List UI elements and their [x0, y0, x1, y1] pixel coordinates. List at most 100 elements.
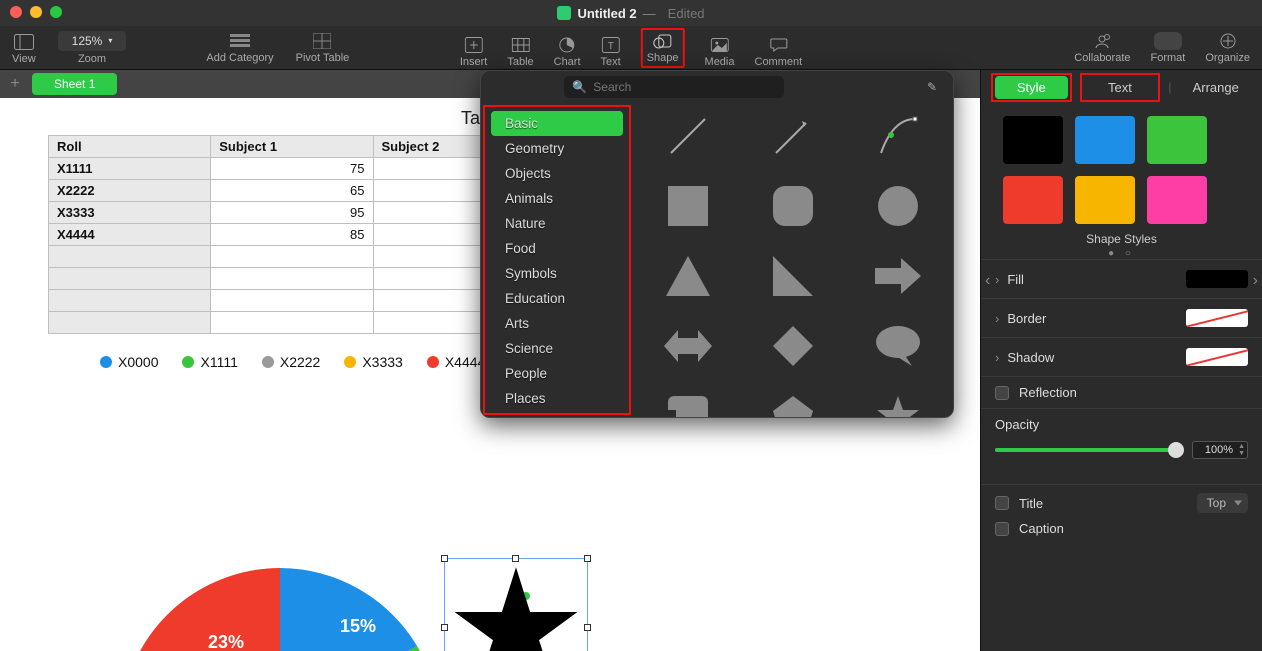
category-icon: [230, 32, 250, 50]
pivot-table-button[interactable]: Pivot Table: [296, 32, 350, 64]
shape-diamond[interactable]: [748, 319, 837, 373]
add-category-button[interactable]: Add Category: [206, 32, 273, 64]
format-button[interactable]: Format: [1151, 32, 1186, 64]
shape-category[interactable]: Objects: [485, 161, 629, 186]
table-icon: [510, 36, 530, 54]
style-swatch[interactable]: [1075, 176, 1135, 224]
shape-category[interactable]: Symbols: [485, 261, 629, 286]
sheet-tab-active[interactable]: Sheet 1: [32, 73, 117, 95]
inspector-tab-style[interactable]: Style: [995, 76, 1068, 99]
shape-arrow-line[interactable]: [748, 109, 837, 163]
shape-category[interactable]: Places: [485, 386, 629, 411]
shape-line[interactable]: [643, 109, 732, 163]
zoom-label: Zoom: [78, 53, 106, 65]
opacity-slider[interactable]: [995, 448, 1176, 452]
fill-color-swatch[interactable]: [1186, 270, 1248, 288]
shape-style-swatches: [981, 104, 1262, 230]
shape-square[interactable]: [643, 179, 732, 233]
col-header[interactable]: Roll: [49, 136, 211, 158]
border-swatch[interactable]: [1186, 309, 1248, 327]
fullscreen-window-button[interactable]: [50, 6, 62, 18]
resize-handle[interactable]: [441, 555, 448, 562]
shape-triangle[interactable]: [643, 249, 732, 303]
legend-item[interactable]: X0000: [100, 354, 158, 370]
caption-label: Caption: [1019, 521, 1064, 536]
col-header[interactable]: Subject 1: [211, 136, 373, 158]
legend-color-icon: [427, 356, 439, 368]
reflection-checkbox[interactable]: [995, 386, 1009, 400]
text-button[interactable]: T Text: [601, 36, 621, 68]
shape-button[interactable]: Shape: [641, 28, 685, 68]
style-swatch[interactable]: [1003, 176, 1063, 224]
view-button[interactable]: View: [12, 33, 36, 65]
shape-category[interactable]: Nature: [485, 211, 629, 236]
opacity-thumb[interactable]: [1168, 442, 1184, 458]
inspector-tab-arrange[interactable]: Arrange: [1179, 76, 1252, 99]
resize-handle[interactable]: [441, 624, 448, 631]
close-window-button[interactable]: [10, 6, 22, 18]
add-sheet-button[interactable]: +: [6, 75, 24, 93]
shape-category-basic[interactable]: Basic: [491, 111, 623, 136]
shape-category[interactable]: People: [485, 361, 629, 386]
legend-item[interactable]: X4444: [427, 354, 485, 370]
collaborate-button[interactable]: Collaborate: [1074, 32, 1130, 64]
shape-category[interactable]: Activities: [485, 411, 629, 418]
shadow-swatch[interactable]: [1186, 348, 1248, 366]
shape-rounded-alt[interactable]: [643, 389, 732, 418]
shape-category[interactable]: Food: [485, 236, 629, 261]
shape-category[interactable]: Education: [485, 286, 629, 311]
resize-handle[interactable]: [584, 555, 591, 562]
add-category-label: Add Category: [206, 52, 273, 64]
shape-rounded-square[interactable]: [748, 179, 837, 233]
organize-button[interactable]: Organize: [1205, 32, 1250, 64]
inspector-tab-text[interactable]: Text: [1084, 76, 1157, 99]
resize-handle[interactable]: [512, 555, 519, 562]
fill-row[interactable]: › Fill: [981, 259, 1262, 298]
media-button[interactable]: Media: [705, 36, 735, 68]
shape-category[interactable]: Geometry: [485, 136, 629, 161]
zoom-button[interactable]: 125%▾ Zoom: [58, 31, 127, 65]
shape-speech-bubble[interactable]: [854, 319, 943, 373]
shape-category[interactable]: Arts: [485, 311, 629, 336]
legend-item[interactable]: X3333: [344, 354, 402, 370]
shape-pentagon[interactable]: [748, 389, 837, 418]
chart-button[interactable]: Chart: [554, 36, 581, 68]
resize-handle[interactable]: [584, 624, 591, 631]
pen-tool-icon[interactable]: ✎: [927, 80, 937, 94]
title-checkbox[interactable]: [995, 496, 1009, 510]
view-label: View: [12, 53, 36, 65]
minimize-window-button[interactable]: [30, 6, 42, 18]
shape-category[interactable]: Animals: [485, 186, 629, 211]
chart-icon: [557, 36, 577, 54]
table-button[interactable]: Table: [507, 36, 533, 68]
chevron-down-icon: ▾: [108, 36, 112, 45]
caption-checkbox[interactable]: [995, 522, 1009, 536]
shape-circle[interactable]: [854, 179, 943, 233]
style-next-button[interactable]: ›: [1253, 272, 1258, 290]
shape-arrow-right[interactable]: [854, 249, 943, 303]
style-swatch[interactable]: [1147, 116, 1207, 164]
border-row[interactable]: › Border: [981, 298, 1262, 337]
title-position-dropdown[interactable]: Top: [1197, 493, 1248, 513]
comment-button[interactable]: Comment: [755, 36, 803, 68]
zoom-value-pill[interactable]: 125%▾: [58, 31, 127, 51]
shape-star[interactable]: [854, 389, 943, 418]
legend-item[interactable]: X1111: [182, 354, 237, 370]
shape-right-triangle[interactable]: [748, 249, 837, 303]
legend-item[interactable]: X2222: [262, 354, 320, 370]
chevron-right-icon: ›: [995, 350, 999, 365]
shape-search-input[interactable]: 🔍 Search: [564, 76, 784, 98]
opacity-value[interactable]: 100%▲▼: [1192, 441, 1248, 459]
shape-curve[interactable]: [854, 109, 943, 163]
style-swatch[interactable]: [1147, 176, 1207, 224]
pie-chart[interactable]: 15% 20% 23%: [120, 558, 440, 651]
stepper-icon[interactable]: ▲▼: [1235, 443, 1245, 457]
shape-category[interactable]: Science: [485, 336, 629, 361]
shape-double-arrow[interactable]: [643, 319, 732, 373]
insert-button[interactable]: Insert: [460, 36, 488, 68]
style-prev-button[interactable]: ‹: [985, 272, 990, 290]
shadow-row[interactable]: › Shadow: [981, 337, 1262, 376]
style-swatch[interactable]: [1003, 116, 1063, 164]
style-swatch[interactable]: [1075, 116, 1135, 164]
selected-shape-star[interactable]: [444, 558, 588, 651]
